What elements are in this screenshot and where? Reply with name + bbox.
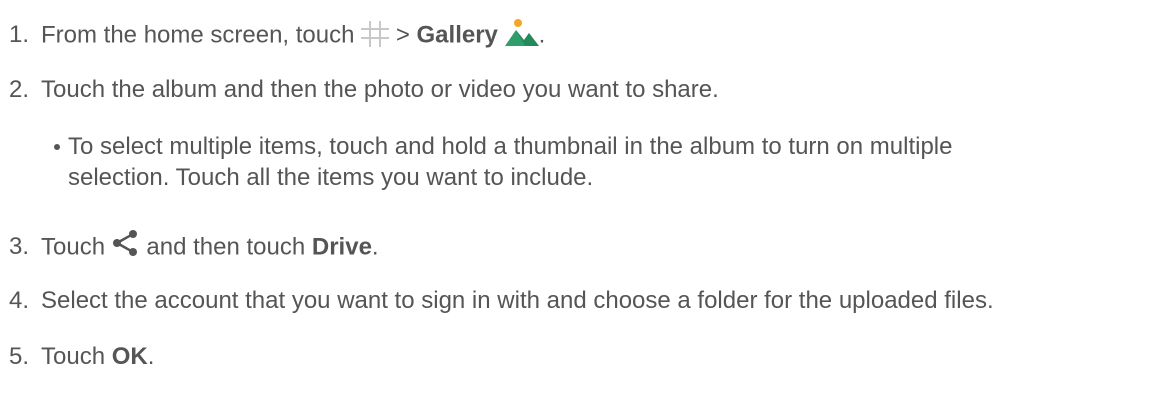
step-number: 1. [9,21,30,49]
bullet-note: To select multiple items, touch and hold… [54,131,953,193]
step-number: 4. [9,287,30,314]
gallery-icon [504,18,539,54]
step-punct: . [371,233,379,261]
step-4: 4. Select the account that you want to si… [9,286,994,316]
step-separator: > [395,21,410,49]
step-3: 3. Touch and then touch Drive. [9,229,379,267]
step-2: 2. Touch the album and then the photo or … [9,75,719,105]
step-text-middle: and then touch [146,233,306,261]
step-number: 5. [9,343,30,370]
step-1: 1. From the home screen, touch > Gallery … [9,18,545,54]
step-punct: . [147,343,155,370]
step-text: From the home screen, touch [41,21,355,49]
bullet-line-2: selection. Touch all the items you want … [68,164,594,191]
bullet-line-1: To select multiple items, touch and hold… [68,133,953,160]
apps-grid-icon [361,21,390,51]
step-text: Touch [41,343,106,370]
drive-label: Drive [311,233,372,261]
step-5: 5. Touch OK. [9,342,154,372]
bullet-dot [54,144,60,150]
step-punct: . [538,21,546,49]
step-text: Select the account that you want to sign… [41,287,994,314]
step-text: Touch [41,233,106,261]
step-number: 3. [9,233,30,261]
share-icon [112,229,140,267]
instruction-steps: 1. From the home screen, touch > Gallery … [0,0,1163,394]
step-text: Touch the album and then the photo or vi… [41,76,719,103]
gallery-label: Gallery [416,21,498,49]
ok-label: OK [111,343,148,370]
step-number: 2. [9,76,30,103]
